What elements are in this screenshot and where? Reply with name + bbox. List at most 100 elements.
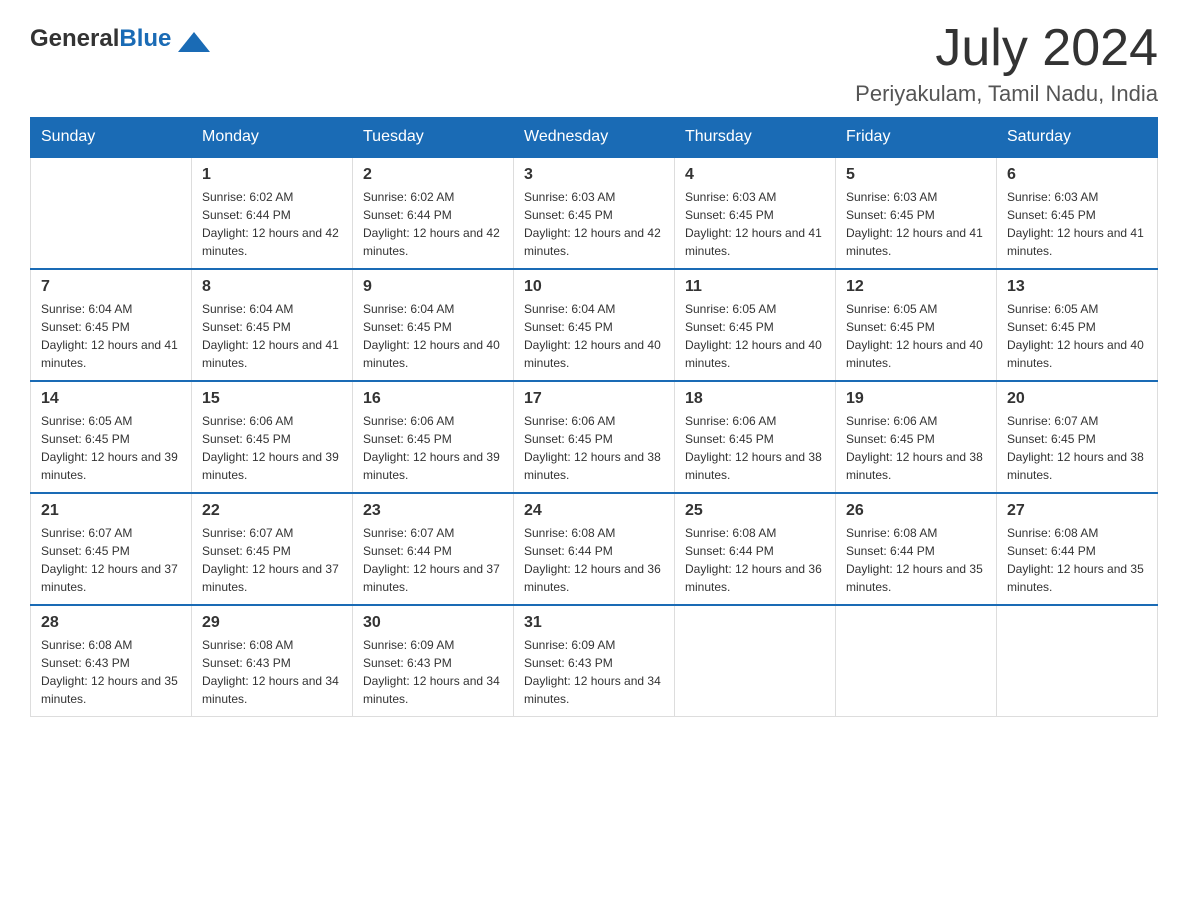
day-info: Sunrise: 6:08 AMSunset: 6:44 PMDaylight:… — [1007, 524, 1147, 596]
calendar-cell: 8 Sunrise: 6:04 AMSunset: 6:45 PMDaylight… — [192, 269, 353, 381]
col-header-saturday: Saturday — [997, 118, 1158, 158]
day-info: Sunrise: 6:05 AMSunset: 6:45 PMDaylight:… — [41, 412, 181, 484]
day-info: Sunrise: 6:02 AMSunset: 6:44 PMDaylight:… — [363, 188, 503, 260]
calendar-cell: 26 Sunrise: 6:08 AMSunset: 6:44 PMDayligh… — [836, 493, 997, 605]
logo-blue: Blue — [119, 25, 171, 52]
col-header-monday: Monday — [192, 118, 353, 158]
day-number: 29 — [202, 614, 342, 632]
day-number: 2 — [363, 166, 503, 184]
col-header-tuesday: Tuesday — [353, 118, 514, 158]
logo: GeneralBlue — [30, 20, 210, 53]
day-number: 22 — [202, 502, 342, 520]
day-number: 11 — [685, 278, 825, 296]
calendar-cell: 25 Sunrise: 6:08 AMSunset: 6:44 PMDayligh… — [675, 493, 836, 605]
col-header-sunday: Sunday — [31, 118, 192, 158]
calendar-cell: 7Sunrise: 6:04 AMSunset: 6:45 PMDaylight… — [31, 269, 192, 381]
day-info: Sunrise: 6:06 AMSunset: 6:45 PMDaylight:… — [685, 412, 825, 484]
calendar-week-row: 14 Sunrise: 6:05 AMSunset: 6:45 PMDayligh… — [31, 381, 1158, 493]
title-block: July 2024 Periyakulam, Tamil Nadu, India — [855, 20, 1158, 107]
day-info: Sunrise: 6:09 AMSunset: 6:43 PMDaylight:… — [524, 636, 664, 708]
calendar-cell: 2 Sunrise: 6:02 AMSunset: 6:44 PMDaylight… — [353, 157, 514, 269]
calendar-cell: 14 Sunrise: 6:05 AMSunset: 6:45 PMDayligh… — [31, 381, 192, 493]
col-header-wednesday: Wednesday — [514, 118, 675, 158]
day-info: Sunrise: 6:04 AMSunset: 6:45 PMDaylight:… — [524, 300, 664, 372]
month-title: July 2024 — [855, 20, 1158, 77]
logo-text: GeneralBlue — [30, 25, 210, 53]
day-info: Sunrise: 6:06 AMSunset: 6:45 PMDaylight:… — [202, 412, 342, 484]
calendar-cell: 17 Sunrise: 6:06 AMSunset: 6:45 PMDayligh… — [514, 381, 675, 493]
day-number: 17 — [524, 390, 664, 408]
day-number: 18 — [685, 390, 825, 408]
day-number: 26 — [846, 502, 986, 520]
day-number: 24 — [524, 502, 664, 520]
calendar-cell: 24 Sunrise: 6:08 AMSunset: 6:44 PMDayligh… — [514, 493, 675, 605]
day-info: Sunrise: 6:07 AMSunset: 6:45 PMDaylight:… — [202, 524, 342, 596]
calendar-cell: 20 Sunrise: 6:07 AMSunset: 6:45 PMDayligh… — [997, 381, 1158, 493]
day-number: 3 — [524, 166, 664, 184]
day-info: Sunrise: 6:06 AMSunset: 6:45 PMDaylight:… — [363, 412, 503, 484]
day-number: 15 — [202, 390, 342, 408]
day-number: 14 — [41, 390, 181, 408]
day-number: 5 — [846, 166, 986, 184]
calendar-cell: 10 Sunrise: 6:04 AMSunset: 6:45 PMDayligh… — [514, 269, 675, 381]
day-info: Sunrise: 6:08 AMSunset: 6:43 PMDaylight:… — [202, 636, 342, 708]
day-info: Sunrise: 6:08 AMSunset: 6:44 PMDaylight:… — [524, 524, 664, 596]
day-info: Sunrise: 6:07 AMSunset: 6:45 PMDaylight:… — [1007, 412, 1147, 484]
calendar-cell — [997, 605, 1158, 717]
day-info: Sunrise: 6:02 AMSunset: 6:44 PMDaylight:… — [202, 188, 342, 260]
calendar-cell: 11 Sunrise: 6:05 AMSunset: 6:45 PMDayligh… — [675, 269, 836, 381]
day-info: Sunrise: 6:04 AMSunset: 6:45 PMDaylight:… — [363, 300, 503, 372]
day-info: Sunrise: 6:03 AMSunset: 6:45 PMDaylight:… — [685, 188, 825, 260]
location-title: Periyakulam, Tamil Nadu, India — [855, 81, 1158, 107]
day-number: 1 — [202, 166, 342, 184]
day-number: 21 — [41, 502, 181, 520]
day-info: Sunrise: 6:08 AMSunset: 6:43 PMDaylight:… — [41, 636, 181, 708]
day-info: Sunrise: 6:08 AMSunset: 6:44 PMDaylight:… — [846, 524, 986, 596]
day-info: Sunrise: 6:05 AMSunset: 6:45 PMDaylight:… — [685, 300, 825, 372]
calendar-cell: 23 Sunrise: 6:07 AMSunset: 6:44 PMDayligh… — [353, 493, 514, 605]
calendar-cell: 21 Sunrise: 6:07 AMSunset: 6:45 PMDayligh… — [31, 493, 192, 605]
page-header: GeneralBlue July 2024 Periyakulam, Tamil… — [30, 20, 1158, 107]
day-info: Sunrise: 6:05 AMSunset: 6:45 PMDaylight:… — [1007, 300, 1147, 372]
logo-general: General — [30, 25, 119, 52]
day-info: Sunrise: 6:05 AMSunset: 6:45 PMDaylight:… — [846, 300, 986, 372]
day-number: 4 — [685, 166, 825, 184]
calendar-cell: 31Sunrise: 6:09 AMSunset: 6:43 PMDayligh… — [514, 605, 675, 717]
day-number: 23 — [363, 502, 503, 520]
calendar-cell: 4 Sunrise: 6:03 AMSunset: 6:45 PMDaylight… — [675, 157, 836, 269]
logo-icon — [178, 32, 210, 52]
day-info: Sunrise: 6:06 AMSunset: 6:45 PMDaylight:… — [524, 412, 664, 484]
day-number: 19 — [846, 390, 986, 408]
day-number: 27 — [1007, 502, 1147, 520]
day-info: Sunrise: 6:03 AMSunset: 6:45 PMDaylight:… — [846, 188, 986, 260]
day-number: 8 — [202, 278, 342, 296]
day-number: 20 — [1007, 390, 1147, 408]
col-header-friday: Friday — [836, 118, 997, 158]
calendar-cell: 28Sunrise: 6:08 AMSunset: 6:43 PMDayligh… — [31, 605, 192, 717]
day-info: Sunrise: 6:07 AMSunset: 6:45 PMDaylight:… — [41, 524, 181, 596]
calendar-cell — [836, 605, 997, 717]
calendar-cell: 9Sunrise: 6:04 AMSunset: 6:45 PMDaylight… — [353, 269, 514, 381]
calendar-cell: 12 Sunrise: 6:05 AMSunset: 6:45 PMDayligh… — [836, 269, 997, 381]
calendar-cell — [31, 157, 192, 269]
day-info: Sunrise: 6:06 AMSunset: 6:45 PMDaylight:… — [846, 412, 986, 484]
calendar-header-row: SundayMondayTuesdayWednesdayThursdayFrid… — [31, 118, 1158, 158]
day-number: 30 — [363, 614, 503, 632]
calendar-cell: 29 Sunrise: 6:08 AMSunset: 6:43 PMDayligh… — [192, 605, 353, 717]
calendar-cell: 5 Sunrise: 6:03 AMSunset: 6:45 PMDaylight… — [836, 157, 997, 269]
day-info: Sunrise: 6:03 AMSunset: 6:45 PMDaylight:… — [524, 188, 664, 260]
day-number: 25 — [685, 502, 825, 520]
day-info: Sunrise: 6:08 AMSunset: 6:44 PMDaylight:… — [685, 524, 825, 596]
day-number: 10 — [524, 278, 664, 296]
calendar-table: SundayMondayTuesdayWednesdayThursdayFrid… — [30, 117, 1158, 717]
calendar-cell: 16Sunrise: 6:06 AMSunset: 6:45 PMDayligh… — [353, 381, 514, 493]
calendar-cell: 6Sunrise: 6:03 AMSunset: 6:45 PMDaylight… — [997, 157, 1158, 269]
calendar-cell — [675, 605, 836, 717]
day-info: Sunrise: 6:07 AMSunset: 6:44 PMDaylight:… — [363, 524, 503, 596]
day-info: Sunrise: 6:04 AMSunset: 6:45 PMDaylight:… — [202, 300, 342, 372]
calendar-week-row: 1 Sunrise: 6:02 AMSunset: 6:44 PMDaylight… — [31, 157, 1158, 269]
calendar-week-row: 21 Sunrise: 6:07 AMSunset: 6:45 PMDayligh… — [31, 493, 1158, 605]
day-number: 6 — [1007, 166, 1147, 184]
calendar-cell: 27 Sunrise: 6:08 AMSunset: 6:44 PMDayligh… — [997, 493, 1158, 605]
day-number: 12 — [846, 278, 986, 296]
